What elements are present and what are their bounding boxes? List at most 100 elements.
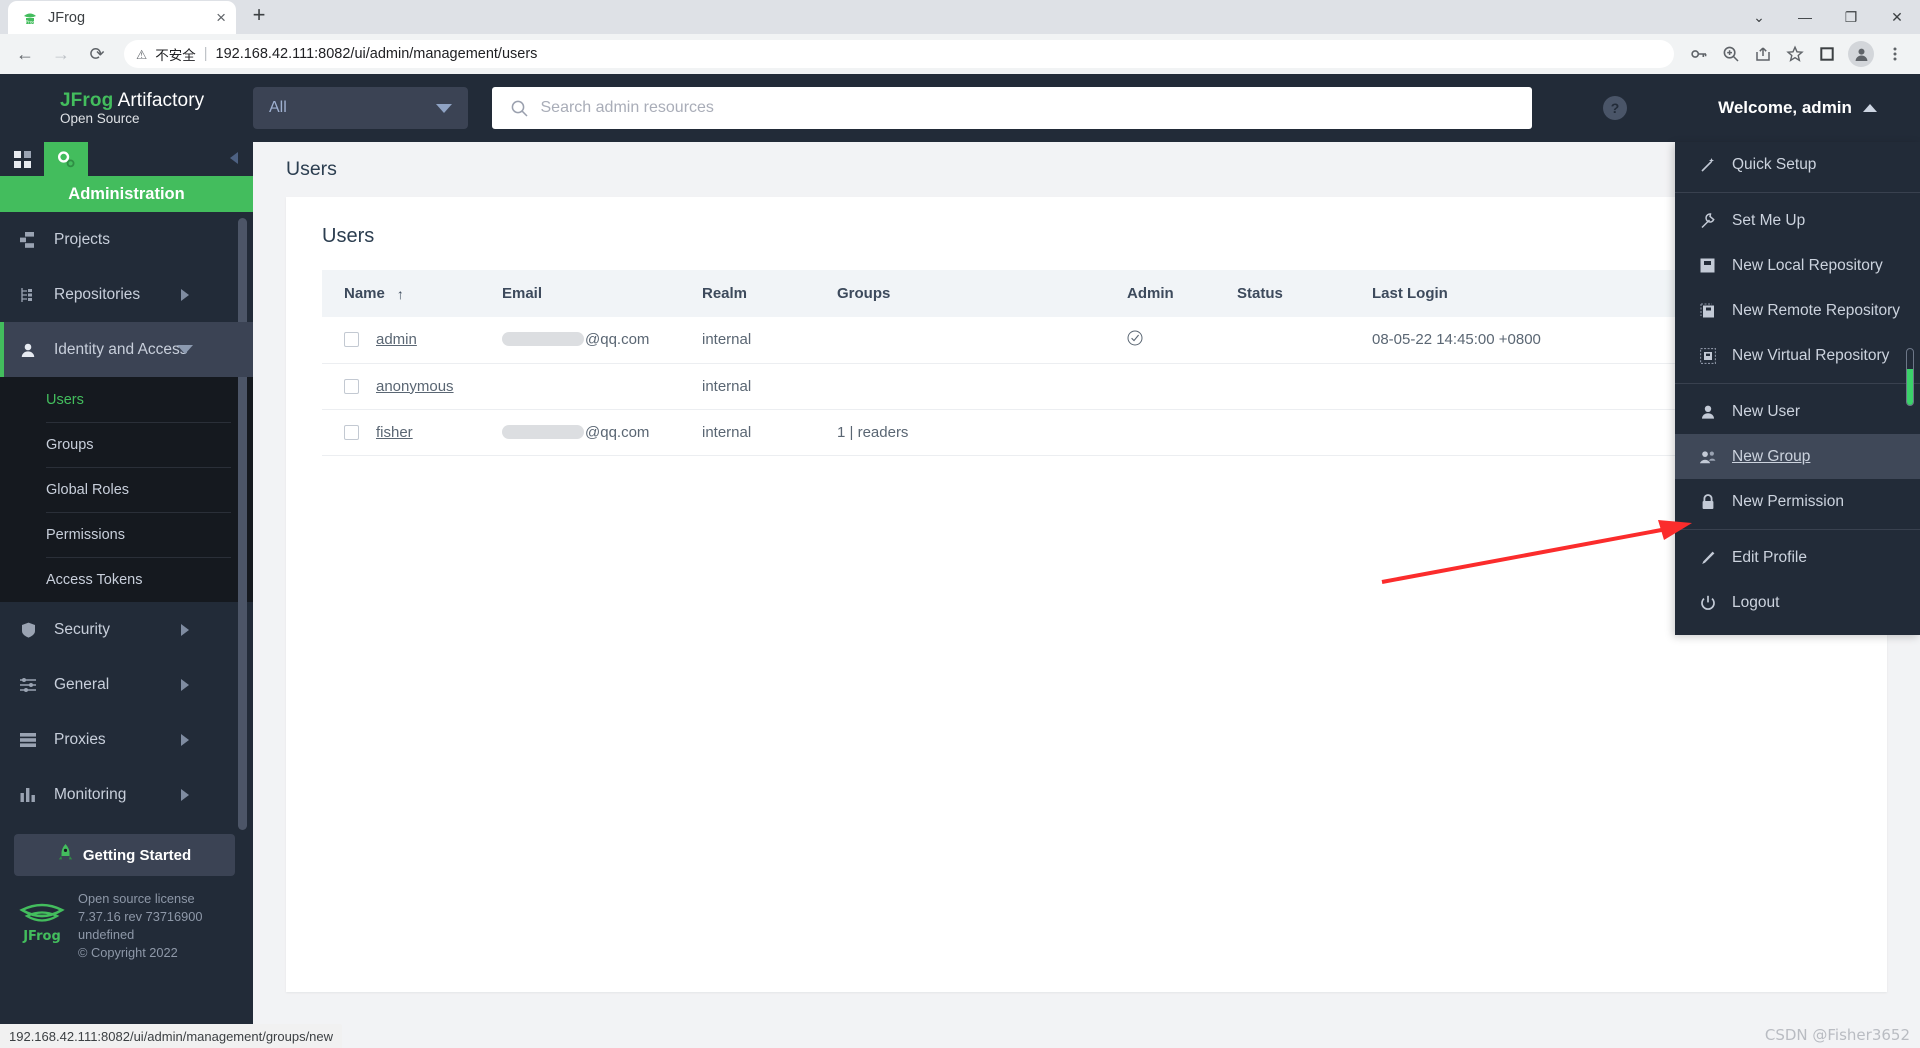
tab-close-icon[interactable]: × <box>216 9 226 26</box>
sidebar-item-groups[interactable]: Groups <box>0 422 253 467</box>
menu-item-label: New Permission <box>1732 492 1844 510</box>
sidebar-item-access-tokens[interactable]: Access Tokens <box>0 557 253 602</box>
table-row[interactable]: admin @qq.com internal 08-05-22 14:45:00… <box>322 317 1851 364</box>
sidebar-title: Administration <box>0 176 253 212</box>
chevron-right-icon <box>181 288 189 301</box>
row-checkbox[interactable] <box>344 424 359 440</box>
menu-item-quick-setup[interactable]: Quick Setup <box>1675 142 1920 187</box>
menu-item-new-user[interactable]: New User <box>1675 389 1920 434</box>
menu-item-new-local-repository[interactable]: New Local Repository <box>1675 243 1920 288</box>
sidebar-item-security[interactable]: Security <box>0 602 253 657</box>
side-panel-icon[interactable] <box>1812 39 1842 69</box>
sidebar-item-permissions[interactable]: Permissions <box>0 512 253 557</box>
card-title: Users <box>322 225 375 247</box>
column-header-admin[interactable]: Admin <box>1127 270 1237 317</box>
menu-item-new-remote-repository[interactable]: New Remote Repository <box>1675 288 1920 333</box>
license-text: Open source license 7.37.16 rev 73716900… <box>78 890 203 963</box>
user-name-link[interactable]: admin <box>376 331 417 348</box>
toolbar-icons <box>1684 39 1912 69</box>
bookmark-star-icon[interactable] <box>1780 39 1810 69</box>
search-input[interactable]: Search admin resources <box>491 87 1532 129</box>
column-header-email[interactable]: Email <box>502 270 702 317</box>
cell-admin <box>1127 363 1237 410</box>
reload-icon[interactable]: ⟳ <box>80 37 114 71</box>
menu-item-edit-profile[interactable]: Edit Profile <box>1675 535 1920 580</box>
sidebar-tab-administration[interactable] <box>44 142 88 176</box>
menu-item-new-group[interactable]: New Group <box>1675 434 1920 479</box>
tab-search-icon[interactable]: ⌄ <box>1736 1 1782 33</box>
menu-item-logout[interactable]: Logout <box>1675 580 1920 625</box>
close-window-icon[interactable]: ✕ <box>1874 1 1920 33</box>
menu-item-new-permission[interactable]: New Permission <box>1675 479 1920 524</box>
chevron-right-icon <box>181 678 189 691</box>
sidebar-scroll-area: Projects Repositories Identity and Acces… <box>0 212 253 1048</box>
help-icon[interactable]: ? <box>1603 96 1627 120</box>
browser-toolbar: ← → ⟳ ⚠ 不安全 | 192.168.42.111:8082/ui/adm… <box>0 34 1920 74</box>
sidebar-mode-tabs <box>0 142 253 176</box>
row-checkbox[interactable] <box>344 332 359 348</box>
cell-name: admin <box>322 317 502 364</box>
restore-icon[interactable]: ❐ <box>1828 1 1874 33</box>
column-header-status[interactable]: Status <box>1237 270 1372 317</box>
sidebar-item-identity-and-access[interactable]: Identity and Access <box>0 322 253 377</box>
column-header-groups[interactable]: Groups <box>837 270 1127 317</box>
svg-text:JFrog: JFrog <box>22 929 61 944</box>
menu-item-new-virtual-repository[interactable]: New Virtual Repository <box>1675 333 1920 378</box>
sidebar-item-label: Identity and Access <box>54 340 188 358</box>
password-key-icon[interactable] <box>1684 39 1714 69</box>
user-name-link[interactable]: anonymous <box>376 378 454 395</box>
forward-icon[interactable]: → <box>44 37 78 71</box>
sidebar-item-general[interactable]: General <box>0 657 253 712</box>
sidebar-tab-application[interactable] <box>0 142 44 176</box>
user-icon <box>18 342 38 358</box>
server-icon <box>18 732 38 748</box>
cell-realm: internal <box>702 363 837 410</box>
column-header-name[interactable]: Name ↑ <box>322 270 502 317</box>
virtual-repo-icon <box>1699 347 1716 364</box>
sidebar-item-users[interactable]: Users <box>0 377 253 422</box>
user-name-link[interactable]: fisher <box>376 424 413 441</box>
share-icon[interactable] <box>1748 39 1778 69</box>
sidebar-item-projects[interactable]: Projects <box>0 212 253 267</box>
sidebar-item-label: Security <box>54 620 110 638</box>
getting-started-button[interactable]: Getting Started <box>14 834 235 876</box>
sidebar-collapse-icon[interactable] <box>229 151 239 170</box>
window-controls: ⌄ — ❐ ✕ <box>1736 0 1920 34</box>
new-tab-button[interactable]: + <box>242 0 276 32</box>
sidebar-item-monitoring[interactable]: Monitoring <box>0 767 253 822</box>
row-checkbox[interactable] <box>344 378 359 394</box>
cell-groups <box>837 363 1127 410</box>
chrome-menu-icon[interactable] <box>1880 39 1910 69</box>
grid-icon <box>13 150 31 168</box>
menu-scroll-indicator[interactable] <box>1906 348 1914 406</box>
lock-icon <box>1699 493 1716 510</box>
minimize-icon[interactable]: — <box>1782 1 1828 33</box>
cell-groups <box>837 317 1127 364</box>
browser-tab[interactable]: JFrog JFrog × <box>8 1 236 34</box>
cell-email: @qq.com <box>502 409 702 456</box>
license-line-3: undefined <box>78 927 135 943</box>
sidebar-item-global-roles[interactable]: Global Roles <box>0 467 253 512</box>
sidebar-item-repositories[interactable]: Repositories <box>0 267 253 322</box>
sidebar-subitem-label: Access Tokens <box>46 571 143 588</box>
table-row[interactable]: anonymous internal <box>322 363 1851 410</box>
back-icon[interactable]: ← <box>8 37 42 71</box>
sidebar-subitem-label: Users <box>46 391 84 408</box>
repositories-icon <box>18 287 38 303</box>
brand-title: JFrog Artifactory <box>60 90 253 112</box>
license-line-1: Open source license <box>78 891 195 906</box>
redacted-email-mask <box>502 424 584 439</box>
profile-avatar-icon[interactable] <box>1848 41 1874 67</box>
chevron-right-icon <box>181 733 189 746</box>
menu-item-set-me-up[interactable]: Set Me Up <box>1675 198 1920 243</box>
address-bar[interactable]: ⚠ 不安全 | 192.168.42.111:8082/ui/admin/man… <box>124 40 1674 68</box>
pencil-icon <box>1699 550 1716 566</box>
menu-item-label: New User <box>1732 402 1801 420</box>
jfrog-favicon-icon: JFrog <box>21 9 38 26</box>
welcome-user-button[interactable]: Welcome, admin <box>1675 74 1920 142</box>
column-header-realm[interactable]: Realm <box>702 270 837 317</box>
table-row[interactable]: fisher @qq.com internal 1 | readers <box>322 409 1851 456</box>
sidebar-item-proxies[interactable]: Proxies <box>0 712 253 767</box>
zoom-icon[interactable] <box>1716 39 1746 69</box>
scope-select[interactable]: All <box>253 87 468 129</box>
